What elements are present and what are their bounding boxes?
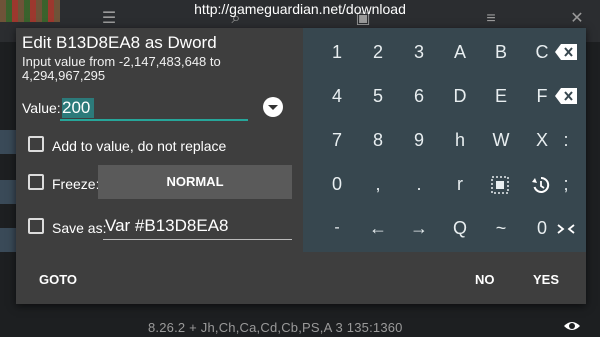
key-semicolon[interactable]: ;	[546, 162, 586, 206]
edit-value-dialog: Edit B13D8EA8 as Dword Input value from …	[16, 28, 586, 304]
key-colon[interactable]: :	[546, 118, 586, 162]
save-as-label: Save as:	[52, 220, 107, 236]
freeze-mode-select[interactable]: NORMAL	[98, 165, 292, 199]
key-0-alt[interactable]: 0	[522, 206, 562, 250]
key-6[interactable]: 6	[399, 74, 439, 118]
value-history-dropdown-button[interactable]	[263, 97, 283, 117]
freeze-checkbox[interactable]	[28, 174, 44, 190]
key-3[interactable]: 3	[399, 30, 439, 74]
game-thumbnail	[0, 0, 60, 22]
goto-button[interactable]: GOTO	[39, 272, 77, 287]
key-0[interactable]: 0	[317, 162, 357, 206]
filter-icon[interactable]: ☰	[98, 10, 120, 28]
key-q[interactable]: Q	[440, 206, 480, 250]
list-icon[interactable]: ≡	[480, 10, 502, 28]
value-label: Value:	[22, 100, 61, 116]
key-5[interactable]: 5	[358, 74, 398, 118]
freeze-label: Freeze:	[52, 176, 100, 192]
key-4[interactable]: 4	[317, 74, 357, 118]
value-text: 200	[62, 98, 91, 117]
key-dot[interactable]: .	[399, 162, 439, 206]
key-2[interactable]: 2	[358, 30, 398, 74]
key-1[interactable]: 1	[317, 30, 357, 74]
collapse-keypad-icon[interactable]	[557, 224, 575, 234]
key-b[interactable]: B	[481, 30, 521, 74]
key-comma[interactable]: ,	[358, 162, 398, 206]
eye-icon[interactable]	[563, 319, 581, 333]
clear-icon[interactable]	[554, 87, 578, 105]
hex-keypad: 1 2 3 A B C 4 5 6 D E F 7 8 9 h W X : 0 …	[303, 28, 586, 252]
save-as-checkbox[interactable]	[28, 218, 44, 234]
download-url: http://gameguardian.net/download	[194, 1, 406, 17]
save-as-name-input[interactable]: Var #B13D8EA8	[103, 214, 292, 240]
value-range-hint: Input value from -2,147,483,648 to 4,294…	[22, 54, 221, 83]
key-w[interactable]: W	[481, 118, 521, 162]
key-r[interactable]: r	[440, 162, 480, 206]
key-8[interactable]: 8	[358, 118, 398, 162]
key-d[interactable]: D	[440, 74, 480, 118]
key-e[interactable]: E	[481, 74, 521, 118]
key-9[interactable]: 9	[399, 118, 439, 162]
key-7[interactable]: 7	[317, 118, 357, 162]
add-to-value-checkbox[interactable]	[28, 136, 44, 152]
select-region-icon[interactable]	[491, 176, 509, 194]
arrow-left-key[interactable]: ←	[358, 206, 398, 250]
dialog-title: Edit B13D8EA8 as Dword	[22, 33, 217, 52]
yes-button[interactable]: YES	[533, 272, 559, 287]
no-button[interactable]: NO	[475, 272, 495, 287]
key-minus[interactable]: -	[317, 206, 357, 250]
close-icon[interactable]: ✕	[566, 10, 588, 28]
arrow-right-key[interactable]: →	[399, 206, 439, 250]
key-h[interactable]: h	[440, 118, 480, 162]
backspace-icon[interactable]	[554, 43, 578, 61]
status-text: 8.26.2 + Jh,Ch,Ca,Cd,Cb,PS,A 3 135:1360	[148, 320, 403, 335]
add-to-value-label: Add to value, do not replace	[52, 138, 227, 154]
key-tilde[interactable]: ~	[481, 206, 521, 250]
key-a[interactable]: A	[440, 30, 480, 74]
